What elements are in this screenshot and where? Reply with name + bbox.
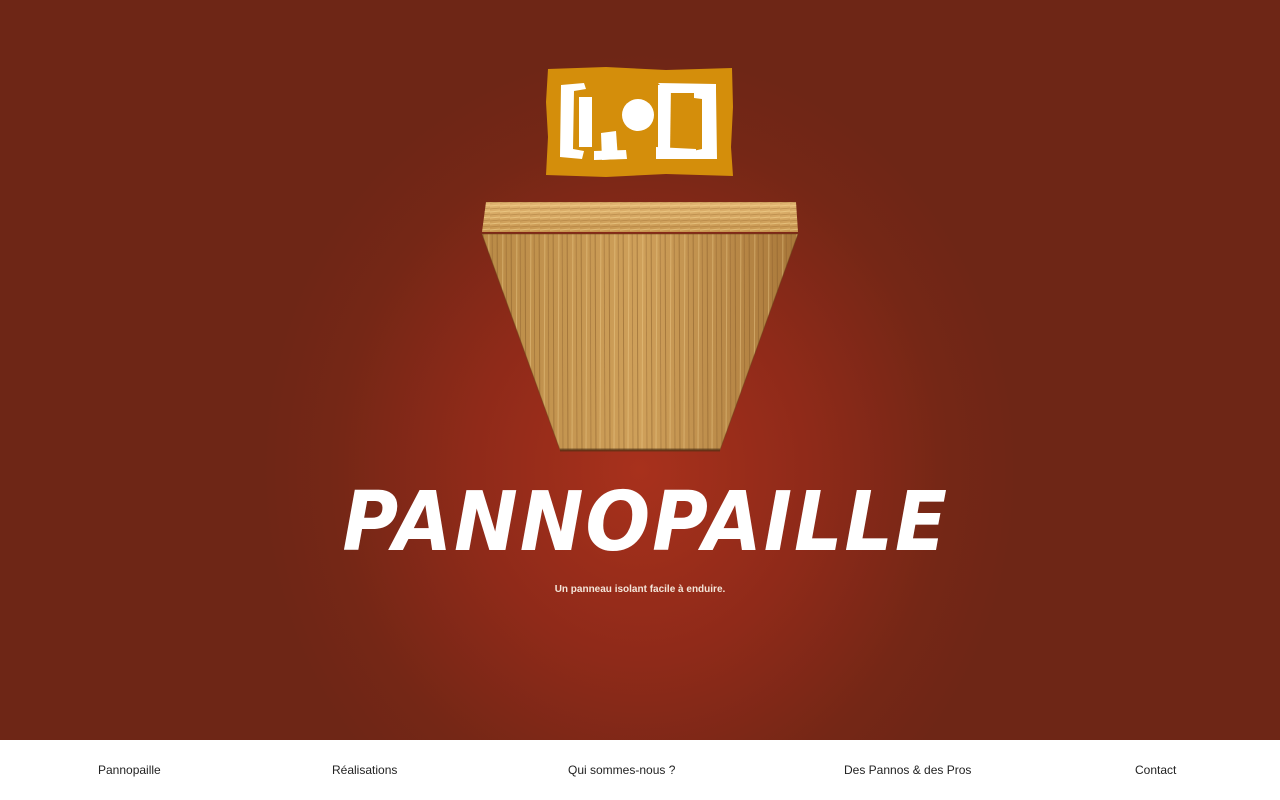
bottom-navigation: Pannopaille Réalisations Qui sommes-nous… <box>0 740 1280 800</box>
nav-item-contact[interactable]: Contact <box>1135 762 1176 778</box>
hero-section: PANNOPAILLE Un panneau isolant facile à … <box>0 0 1280 740</box>
brand-wordmark: PANNOPAILLE <box>342 475 949 570</box>
straw-bale-panel-image <box>480 198 800 454</box>
pannopaille-logo-icon[interactable] <box>546 67 733 177</box>
nav-item-des-pannos-des-pros[interactable]: Des Pannos & des Pros <box>844 762 971 778</box>
nav-item-pannopaille[interactable]: Pannopaille <box>98 762 161 778</box>
brand-tagline: Un panneau isolant facile à enduire. <box>554 584 726 595</box>
nav-item-realisations[interactable]: Réalisations <box>332 762 397 778</box>
nav-item-qui-sommes-nous[interactable]: Qui sommes-nous ? <box>568 762 675 778</box>
